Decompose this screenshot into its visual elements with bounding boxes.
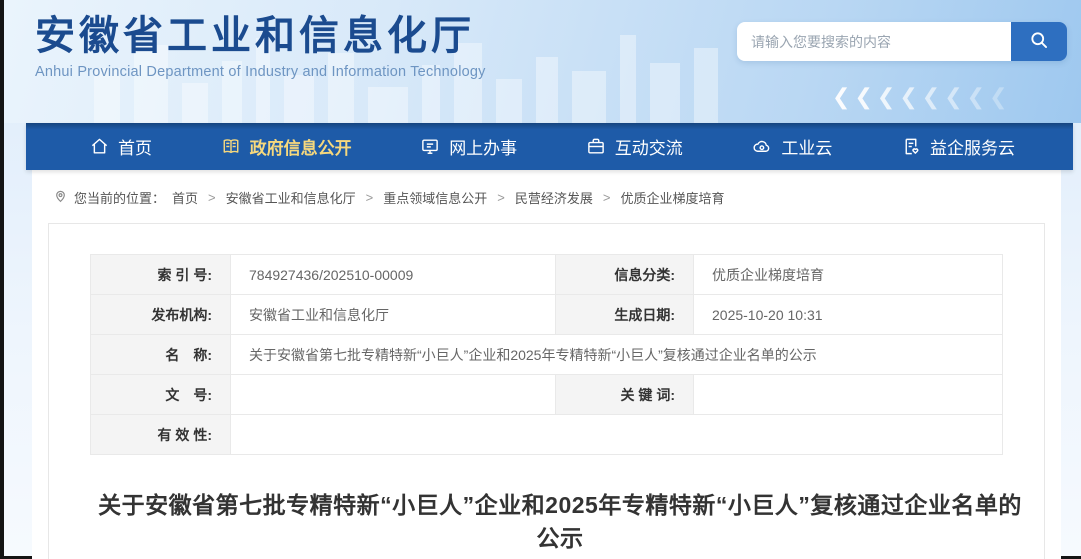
breadcrumb-separator: > [603,190,611,205]
name-value: 关于安徽省第七批专精特新“小巨人”企业和2025年专精特新“小巨人”复核通过企业… [231,335,1003,375]
creation-date-value: 2025-10-20 10:31 [694,295,1003,335]
chevron-left-icon [944,84,962,110]
site-subtitle: Anhui Provincial Department of Industry … [35,64,486,80]
breadcrumb-item-dept[interactable]: 安徽省工业和信息化厅 [226,188,356,207]
creation-date-label: 生成日期: [556,295,694,335]
monitor-icon [420,137,440,156]
cloud-icon [751,137,772,156]
table-row: 索 引 号: 784927436/202510-00009 信息分类: 优质企业… [91,255,1003,295]
nav-item-enterprise-service-cloud[interactable]: 益企服务云 [901,134,1015,159]
info-category-value: 优质企业梯度培育 [694,255,1003,295]
chevron-left-icon [854,84,872,110]
issuing-agency-label: 发布机构: [91,295,231,335]
location-pin-icon [54,189,67,207]
info-category-label: 信息分类: [556,255,694,295]
table-row: 有 效 性: [91,415,1003,455]
open-book-icon [221,137,241,156]
chevron-left-icon [899,84,917,110]
issuing-agency-value: 安徽省工业和信息化厅 [231,295,556,335]
document-panel: 索 引 号: 784927436/202510-00009 信息分类: 优质企业… [48,223,1045,559]
validity-value [231,415,1003,455]
nav-item-industry-cloud[interactable]: 工业云 [751,134,832,159]
search-icon [1029,30,1049,53]
index-number-value: 784927436/202510-00009 [231,255,556,295]
nav-item-label: 首页 [118,134,152,159]
briefcase-icon [586,137,606,156]
article-title: 关于安徽省第七批专精特新“小巨人”企业和2025年专精特新“小巨人”复核通过企业… [90,489,1030,556]
nav-item-online-services[interactable]: 网上办事 [420,134,517,159]
chevron-left-icon [989,84,1007,110]
breadcrumb-separator: > [208,190,216,205]
chevron-left-icon [922,84,940,110]
breadcrumb-item-private-economy[interactable]: 民营经济发展 [515,188,593,207]
table-row: 名 称: 关于安徽省第七批专精特新“小巨人”企业和2025年专精特新“小巨人”复… [91,335,1003,375]
table-row: 文 号: 关 键 词: [91,375,1003,415]
table-row: 发布机构: 安徽省工业和信息化厅 生成日期: 2025-10-20 10:31 [91,295,1003,335]
breadcrumb-item-key-areas[interactable]: 重点领域信息公开 [383,188,487,207]
content-area: 您当前的位置： 首页 > 安徽省工业和信息化厅 > 重点领域信息公开 > 民营经… [32,170,1061,559]
search-input[interactable] [737,22,1011,61]
service-doc-icon [901,137,921,156]
main-nav: 首页 政府信息公开 网上办事 [26,123,1073,170]
chevron-left-decoration [832,84,1008,110]
validity-label: 有 效 性: [91,415,231,455]
home-icon [90,137,109,156]
index-number-label: 索 引 号: [91,255,231,295]
nav-item-label: 工业云 [781,134,832,159]
keywords-label: 关 键 词: [556,375,694,415]
breadcrumb-separator: > [366,190,374,205]
nav-item-label: 政府信息公开 [250,134,352,159]
site-header: 安徽省工业和信息化厅 Anhui Provincial Department o… [4,0,1081,123]
nav-item-label: 益企服务云 [930,134,1015,159]
search-button[interactable] [1011,22,1067,61]
breadcrumb-separator: > [497,190,505,205]
chevron-left-icon [877,84,895,110]
breadcrumb-item-quality-enterprise[interactable]: 优质企业梯度培育 [620,188,724,207]
search-box [737,22,1067,61]
breadcrumb-prefix: 您当前的位置： [74,188,165,207]
site-brand: 安徽省工业和信息化厅 Anhui Provincial Department o… [35,14,486,80]
nav-item-label: 互动交流 [615,134,683,159]
chevron-left-icon [967,84,985,110]
nav-item-interaction[interactable]: 互动交流 [586,134,683,159]
breadcrumb: 您当前的位置： 首页 > 安徽省工业和信息化厅 > 重点领域信息公开 > 民营经… [32,170,1061,223]
info-metadata-table: 索 引 号: 784927436/202510-00009 信息分类: 优质企业… [90,254,1003,455]
keywords-value [694,375,1003,415]
nav-item-gov-info[interactable]: 政府信息公开 [221,134,352,159]
doc-number-value [231,375,556,415]
nav-item-label: 网上办事 [449,134,517,159]
site-title: 安徽省工业和信息化厅 [35,14,486,58]
nav-item-home[interactable]: 首页 [90,134,152,159]
doc-number-label: 文 号: [91,375,231,415]
breadcrumb-item-home[interactable]: 首页 [172,188,198,207]
chevron-left-icon [832,84,850,110]
name-label: 名 称: [91,335,231,375]
